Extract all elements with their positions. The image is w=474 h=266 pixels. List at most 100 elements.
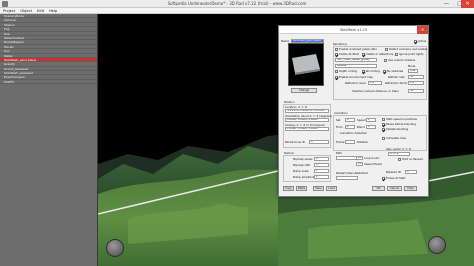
- refraction-field[interactable]: 1.0: [408, 81, 424, 85]
- anim-from-label: From: [336, 125, 343, 129]
- anim-speed-field[interactable]: 1: [366, 118, 376, 122]
- mipmap-levels-field[interactable]: 0: [314, 157, 329, 161]
- speed-fixed-field[interactable]: 10: [356, 162, 363, 166]
- object-list-panel: SceneryNode Camera Skybox Fog Sea WaterS…: [0, 14, 98, 266]
- save-button[interactable]: Save: [313, 186, 324, 191]
- cancel-button[interactable]: Cancel: [387, 186, 402, 191]
- load-button[interactable]: Load: [326, 186, 337, 191]
- depth-coding-checkbox[interactable]: [335, 70, 338, 73]
- no-shadows-checkbox[interactable]: [383, 70, 386, 73]
- visible-reflections-label: Visible in reflections: [366, 52, 394, 56]
- dialog-close-button[interactable]: ✕: [417, 26, 428, 34]
- orientation-field[interactable]: 0.0000, 0.0000, 0.0000: [285, 118, 329, 122]
- follow-at-start-checkbox[interactable]: [382, 177, 385, 180]
- custom-shaders-label: Use custom shaders: [388, 58, 416, 62]
- shadow-distance-field[interactable]: 30: [408, 89, 424, 93]
- navigation-joystick-left[interactable]: [106, 239, 124, 257]
- anim-from-field[interactable]: 0: [345, 125, 355, 129]
- dialog-title-bar: SkinMesh v1.23 ✕: [279, 26, 428, 34]
- no-culling-checkbox[interactable]: [362, 70, 365, 73]
- navigation-joystick-right[interactable]: [428, 236, 446, 254]
- occlusion-label: Detect occlusion and enable: [389, 47, 428, 51]
- menu-object[interactable]: Object: [20, 8, 32, 13]
- parent-bone-label: Parent bone ID: [285, 140, 305, 144]
- restart-label: Restart when Restarted: [336, 171, 368, 175]
- active-checkbox[interactable]: [414, 40, 417, 43]
- refresh-rate-label: Refresh rate: [388, 75, 405, 79]
- occlusion-checkbox[interactable]: [385, 48, 388, 51]
- network-field[interactable]: 0: [405, 170, 417, 174]
- env-map-label: Enable environment map: [339, 75, 373, 79]
- bump-scale-label: Bump scale: [293, 169, 309, 173]
- spin-label: Spin vector X, Y, Z: [386, 147, 411, 151]
- restart-select[interactable]: [336, 176, 358, 180]
- anim-detection-label: Animation detection: [340, 131, 368, 135]
- anim-option-3-label: Update blending: [386, 127, 409, 131]
- custom-shaders-checkbox[interactable]: [384, 59, 387, 62]
- visible-at-start-checkbox[interactable]: [335, 53, 338, 56]
- path-label: Path: [336, 151, 342, 155]
- reflection-field[interactable]: 1.0: [368, 81, 382, 85]
- menu-project[interactable]: Project: [3, 8, 15, 13]
- network-label: Network ID: [386, 170, 401, 174]
- depth-coding-label: Depth coding: [339, 69, 358, 73]
- path-select[interactable]: [336, 156, 358, 160]
- mode-select[interactable]: Default: [335, 64, 377, 68]
- mipmap-levels-label: Mipmap levels: [293, 157, 313, 161]
- anim-set-label: Set: [336, 118, 341, 122]
- ignore-point-lights-checkbox[interactable]: [395, 53, 398, 56]
- menu-edit[interactable]: Edit: [37, 8, 44, 13]
- scaling-field[interactable]: 1.0000, 1.0000, 1.0000: [285, 127, 329, 131]
- no-shadows-label: No shadows: [387, 69, 404, 73]
- mode-label: Mode: [408, 64, 416, 68]
- env-map-checkbox[interactable]: [335, 76, 338, 79]
- bump-scale-field[interactable]: 1: [314, 169, 329, 173]
- bump-amplitude-field[interactable]: 1: [314, 175, 329, 179]
- anim-blend-field[interactable]: 0: [366, 125, 376, 129]
- close-button[interactable]: ✕: [461, 0, 474, 8]
- pixels-ratio-label: Enable rendered pixels ratio: [339, 47, 377, 51]
- mipmap-lod-label: Mipmap LOD: [293, 163, 311, 167]
- refresh-rate-field[interactable]: 30: [408, 75, 424, 79]
- anim-speed-label: Speed: [357, 118, 366, 122]
- anim-option-4-checkbox[interactable]: [382, 137, 385, 140]
- anim-option-4-label: Complete clips: [386, 136, 406, 140]
- refraction-label: Refraction factor: [385, 81, 408, 85]
- loop-count-field[interactable]: 10: [356, 156, 363, 160]
- mipmap-lod-field[interactable]: 0: [314, 163, 329, 167]
- location-field[interactable]: -11.1474, -16.8272, -54.7427: [285, 109, 329, 113]
- shadow-distance-label: Shadow (camera distance, in tiles): [352, 89, 399, 93]
- minimize-button[interactable]: —: [440, 0, 453, 8]
- copy-button[interactable]: Copy: [283, 186, 294, 191]
- reflection-label: Reflection level: [345, 81, 366, 85]
- ignore-point-lights-label: Ignore point lights: [399, 52, 424, 56]
- speed-fixed-label: Speed (fixed): [364, 162, 382, 166]
- pixels-ratio-checkbox[interactable]: [335, 48, 338, 51]
- help-button[interactable]: Help: [404, 186, 417, 191]
- bump-amplitude-label: Bump amplitude: [293, 175, 316, 179]
- anim-set-field[interactable]: 0: [345, 118, 355, 122]
- anim-option-2-checkbox[interactable]: [382, 123, 385, 126]
- frame-field[interactable]: [345, 140, 355, 144]
- fine-select[interactable]: Fine: [408, 69, 418, 73]
- window-title: Softpedia UnderwaterDemo* - 3D Rad v7.22…: [167, 1, 307, 6]
- dialog-title: SkinMesh v1.23: [340, 28, 367, 32]
- hold-paused-checkbox[interactable]: [398, 158, 401, 161]
- list-item[interactable]: PostFX: [0, 80, 97, 85]
- anim-option-1-checkbox[interactable]: [382, 118, 385, 121]
- loop-count-label: Loop Count: [364, 156, 380, 160]
- shader-select[interactable]: 3D7_mesh_fasten_glossy: [335, 58, 377, 62]
- frame-label: Frame: [336, 140, 345, 144]
- title-bar: Softpedia UnderwaterDemo* - 3D Rad v7.22…: [0, 0, 474, 8]
- menu-help[interactable]: Help: [49, 8, 57, 13]
- visible-at-start-label: Visible At Start: [339, 52, 359, 56]
- ok-button[interactable]: OK: [372, 186, 385, 191]
- change-mesh-button[interactable]: Change: [291, 88, 317, 93]
- rotation-label: Rotation: [357, 140, 369, 144]
- visible-reflections-checkbox[interactable]: [362, 53, 365, 56]
- spin-field[interactable]: 0, 0, 0: [388, 152, 410, 156]
- anim-option-3-checkbox[interactable]: [382, 128, 385, 131]
- no-culling-label: No Culling: [366, 69, 380, 73]
- parent-bone-field[interactable]: 0: [309, 140, 329, 144]
- paste-button[interactable]: Paste: [296, 186, 307, 191]
